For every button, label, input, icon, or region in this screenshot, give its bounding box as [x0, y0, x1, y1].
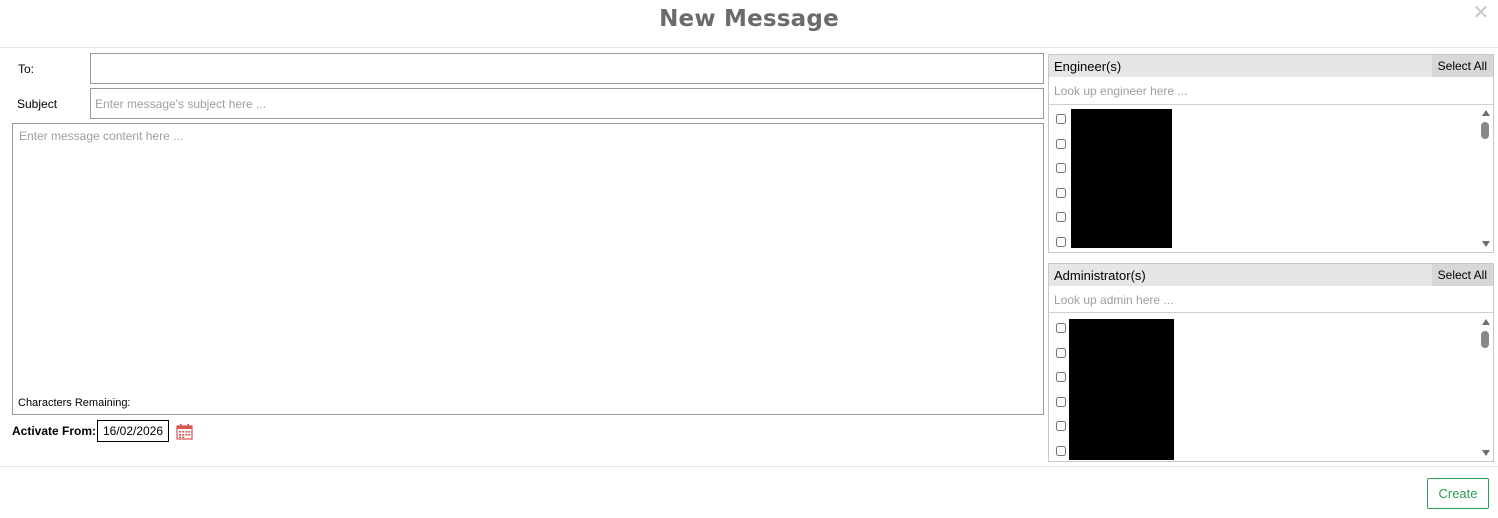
admin-search-input[interactable]	[1049, 288, 1481, 312]
modal-title: New Message	[659, 6, 839, 32]
admin-checkbox[interactable]	[1056, 446, 1066, 456]
administrators-select-all-button[interactable]: Select All	[1431, 264, 1493, 286]
administrators-panel: Administrator(s) Select All	[1048, 263, 1494, 462]
header-divider	[0, 47, 1498, 48]
administrators-scrollbar[interactable]	[1480, 317, 1492, 460]
subject-input[interactable]	[90, 88, 1044, 119]
scroll-down-arrow-icon[interactable]	[1482, 241, 1490, 247]
activate-from-label: Activate From:	[12, 424, 97, 438]
admin-checkbox[interactable]	[1056, 397, 1066, 407]
subject-label: Subject	[17, 97, 58, 111]
scroll-up-arrow-icon[interactable]	[1482, 319, 1490, 325]
engineer-checkbox[interactable]	[1056, 188, 1066, 198]
administrators-panel-title: Administrator(s)	[1054, 268, 1146, 283]
calendar-icon[interactable]	[176, 423, 193, 440]
admin-checkbox[interactable]	[1056, 323, 1066, 333]
engineers-list	[1049, 105, 1479, 252]
scroll-up-arrow-icon[interactable]	[1482, 110, 1490, 116]
scroll-thumb[interactable]	[1481, 122, 1489, 139]
close-icon[interactable]: ✕	[1472, 3, 1490, 23]
scroll-down-arrow-icon[interactable]	[1482, 450, 1490, 456]
message-content-textarea[interactable]	[12, 123, 1044, 415]
redacted-admin-names	[1069, 319, 1174, 460]
engineer-checkbox[interactable]	[1056, 114, 1066, 124]
engineers-panel-title: Engineer(s)	[1054, 59, 1122, 74]
characters-remaining: Characters Remaining:	[18, 397, 131, 409]
engineers-panel: Engineer(s) Select All	[1048, 54, 1494, 253]
engineer-checkbox[interactable]	[1056, 212, 1066, 222]
engineers-panel-header: Engineer(s) Select All	[1049, 55, 1493, 77]
admin-checkbox[interactable]	[1056, 421, 1066, 431]
engineers-select-all-button[interactable]: Select All	[1431, 55, 1493, 77]
admin-checkbox[interactable]	[1056, 348, 1066, 358]
activate-from-date-input[interactable]	[97, 420, 169, 442]
administrators-panel-header: Administrator(s) Select All	[1049, 264, 1493, 286]
create-button[interactable]: Create	[1427, 478, 1489, 509]
scroll-thumb[interactable]	[1481, 331, 1489, 348]
engineer-checkbox[interactable]	[1056, 237, 1066, 247]
engineer-checkbox[interactable]	[1056, 139, 1066, 149]
to-input[interactable]	[90, 53, 1044, 84]
engineer-search-input[interactable]	[1049, 79, 1481, 103]
engineers-scrollbar[interactable]	[1480, 108, 1492, 251]
engineer-checkbox[interactable]	[1056, 163, 1066, 173]
administrators-list	[1049, 313, 1479, 461]
footer-divider	[0, 466, 1498, 467]
to-label: To:	[18, 62, 35, 76]
redacted-engineer-names	[1071, 109, 1172, 248]
admin-checkbox[interactable]	[1056, 372, 1066, 382]
